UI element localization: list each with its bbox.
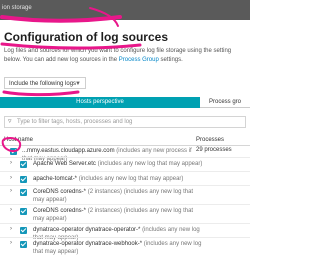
- expand-icon[interactable]: ›: [10, 188, 12, 194]
- row-label: dynatrace-operator dynatrace-webhook-* (…: [33, 240, 203, 256]
- expand-icon[interactable]: ›: [10, 175, 12, 181]
- row-label: apache-tomcat-* (includes any new log th…: [33, 175, 203, 183]
- host-process-count: 29 processes: [196, 147, 232, 153]
- row-divider: [0, 237, 250, 238]
- row-divider: [0, 157, 250, 158]
- column-header-host-name[interactable]: Host name: [4, 137, 33, 143]
- description-text: Log files and sources for which you want…: [4, 48, 232, 63]
- log-source-name: dynatrace-operator dynatrace-operator-*: [33, 227, 141, 233]
- filter-icon: ▿: [8, 118, 12, 125]
- page-title: Configuration of log sources: [4, 30, 168, 44]
- row-divider: [0, 204, 250, 205]
- annotation-stroke-underline: [2, 90, 80, 97]
- log-source-name: dynatrace-operator dynatrace-webhook-*: [33, 241, 143, 247]
- log-source-name: apache-tomcat-*: [33, 176, 78, 182]
- expand-icon[interactable]: ›: [10, 240, 12, 246]
- row-label: Apache Web Server.etc (includes any new …: [33, 160, 203, 168]
- expand-icon[interactable]: ›: [10, 226, 12, 232]
- row-checkbox[interactable]: [20, 208, 27, 215]
- column-header-processes[interactable]: Processes: [196, 137, 224, 143]
- row-checkbox[interactable]: [20, 189, 27, 196]
- perspective-tabs: Hosts perspective Process gro: [0, 97, 250, 108]
- chevron-down-icon: ▼: [75, 81, 81, 87]
- log-source-note: (includes any new log that may appear): [78, 176, 184, 182]
- log-source-name: CoreDNS coredns-*: [33, 208, 87, 214]
- description-tail: settings.: [160, 57, 183, 63]
- expand-icon[interactable]: ›: [10, 160, 12, 166]
- log-source-name: Apache Web Server.etc: [33, 161, 96, 167]
- top-navigation-bar: ion storage: [0, 0, 250, 20]
- log-filter-dropdown[interactable]: Include the following logs ▼: [4, 77, 86, 89]
- host-name: ...mmy.eastus.cloudapp.azure.com: [22, 148, 115, 154]
- dropdown-selected-value: Include the following logs: [9, 81, 77, 87]
- search-placeholder: Type to filter tags, hosts, processes an…: [17, 119, 133, 125]
- row-checkbox[interactable]: [20, 227, 27, 234]
- row-checkbox[interactable]: [20, 241, 27, 248]
- row-divider: [0, 185, 250, 186]
- process-group-link[interactable]: Process Group: [119, 57, 159, 63]
- log-source-name: CoreDNS coredns-*: [33, 189, 87, 195]
- row-label: CoreDNS coredns-* (2 instances) (include…: [33, 207, 203, 223]
- tab-process-groups[interactable]: Process gro: [200, 97, 250, 108]
- row-divider: [0, 171, 250, 172]
- breadcrumb-current[interactable]: ion storage: [2, 5, 32, 11]
- expand-icon[interactable]: ›: [10, 207, 12, 213]
- row-checkbox[interactable]: [20, 176, 27, 183]
- row-label: CoreDNS coredns-* (2 instances) (include…: [33, 188, 203, 204]
- tab-hosts-perspective[interactable]: Hosts perspective: [0, 97, 200, 108]
- header-divider: [0, 145, 250, 146]
- row-divider: [0, 223, 250, 224]
- log-source-note: (includes any new log that may appear): [97, 161, 203, 167]
- select-host-checkbox[interactable]: [10, 148, 17, 155]
- page-description: Log files and sources for which you want…: [4, 47, 240, 65]
- search-input[interactable]: ▿ Type to filter tags, hosts, processes …: [4, 116, 246, 128]
- row-checkbox[interactable]: [20, 161, 27, 168]
